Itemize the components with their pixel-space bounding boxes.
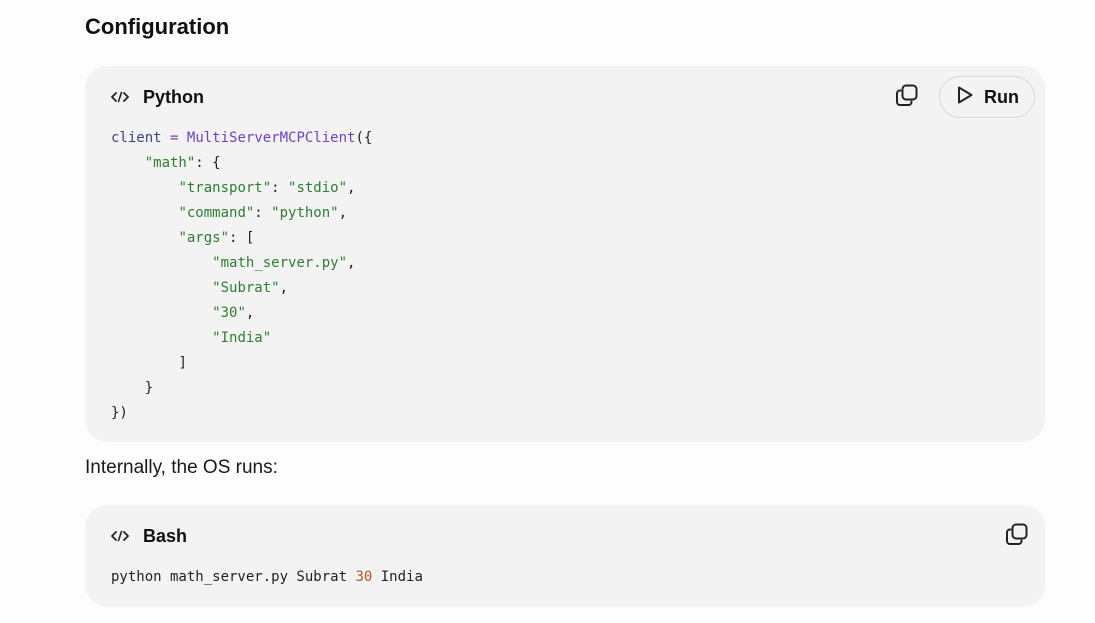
code-token: "India" [212,330,272,346]
code-token: "args" [178,230,230,246]
code-token: : [271,180,289,196]
code-line: client = MultiServerMCPClient({ [111,130,372,146]
python-header-actions: Run [889,76,1035,118]
bash-language-label: Bash [143,525,188,546]
code-token: client [111,130,162,146]
code-token: ] [178,355,187,371]
code-token: , [245,305,255,321]
python-code-header: Python Run [111,66,1035,128]
python-code-content[interactable]: client = MultiServerMCPClient({ "math": … [111,126,372,426]
paragraph-text: Internally, the OS runs: [85,457,278,478]
code-line: }) [111,405,128,421]
code-token: "30" [212,305,246,321]
code-token: 30 [355,569,373,585]
bash-code-block: Bash python math_server.py Subrat 30 Ind… [85,505,1045,607]
run-button[interactable]: Run [939,76,1035,118]
code-token: : { [195,155,221,171]
python-copy-button[interactable] [889,79,925,115]
code-token: "Subrat" [212,280,280,296]
code-line: } [111,380,153,396]
code-line: "args": [ [111,230,254,246]
code-token: "stdio" [288,180,348,196]
code-token: "python" [271,205,339,221]
bash-code-header: Bash [111,505,1035,567]
code-line: "Subrat", [111,280,288,296]
python-code-block: Python Run client = MultiServerMCPClient… [85,66,1045,442]
code-line: "30", [111,305,254,321]
code-line: "math": { [111,155,221,171]
code-token: } [144,380,154,396]
bash-header-actions [999,518,1035,554]
code-token: MultiServerMCPClient [186,130,356,146]
bash-copy-button[interactable] [999,518,1035,554]
code-token: }) [111,405,128,421]
copy-icon [895,83,919,112]
code-token: , [347,255,356,271]
code-icon [111,90,131,104]
section-heading: Configuration [85,14,230,39]
bash-code-content[interactable]: python math_server.py Subrat 30 India [111,565,423,590]
code-token: , [338,205,348,221]
code-token: ({ [355,130,373,146]
python-language-label: Python [143,86,204,107]
code-line: "command": "python", [111,205,347,221]
code-token: India [372,569,423,585]
play-icon [956,85,974,110]
copy-icon [1005,522,1029,551]
code-token: "math" [144,155,196,171]
code-token: , [279,280,289,296]
code-token: "command" [178,205,255,221]
code-token: python math_server.py Subrat [111,569,356,585]
code-token: "transport" [178,180,272,196]
code-token: "math_server.py" [212,255,348,271]
code-icon [111,529,131,543]
code-token: : [ [229,230,255,246]
code-line: "transport": "stdio", [111,180,355,196]
code-line: python math_server.py Subrat 30 India [111,569,423,585]
code-token: , [347,180,356,196]
code-token: : [254,205,272,221]
code-line: ] [111,355,187,371]
run-button-label: Run [984,86,1019,107]
code-line: "India" [111,330,271,346]
code-line: "math_server.py", [111,255,355,271]
